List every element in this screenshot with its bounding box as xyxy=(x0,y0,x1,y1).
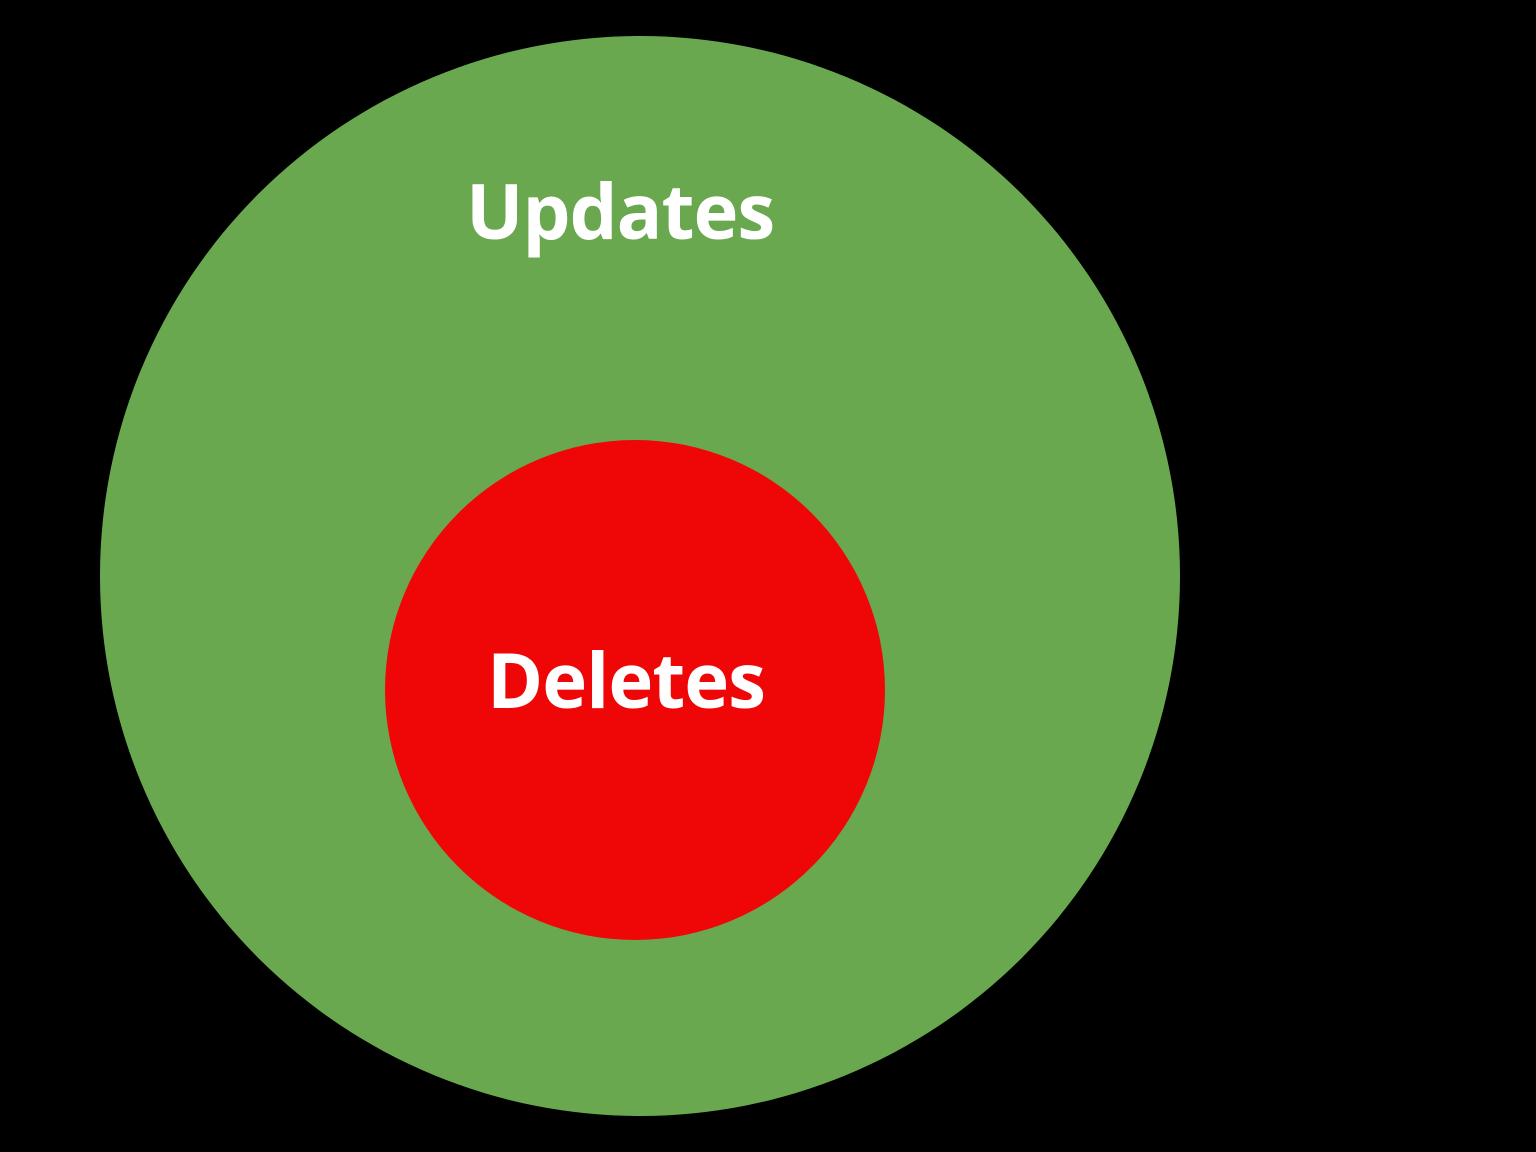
deletes-label: Deletes xyxy=(487,628,765,731)
updates-label: Updates xyxy=(466,159,774,262)
